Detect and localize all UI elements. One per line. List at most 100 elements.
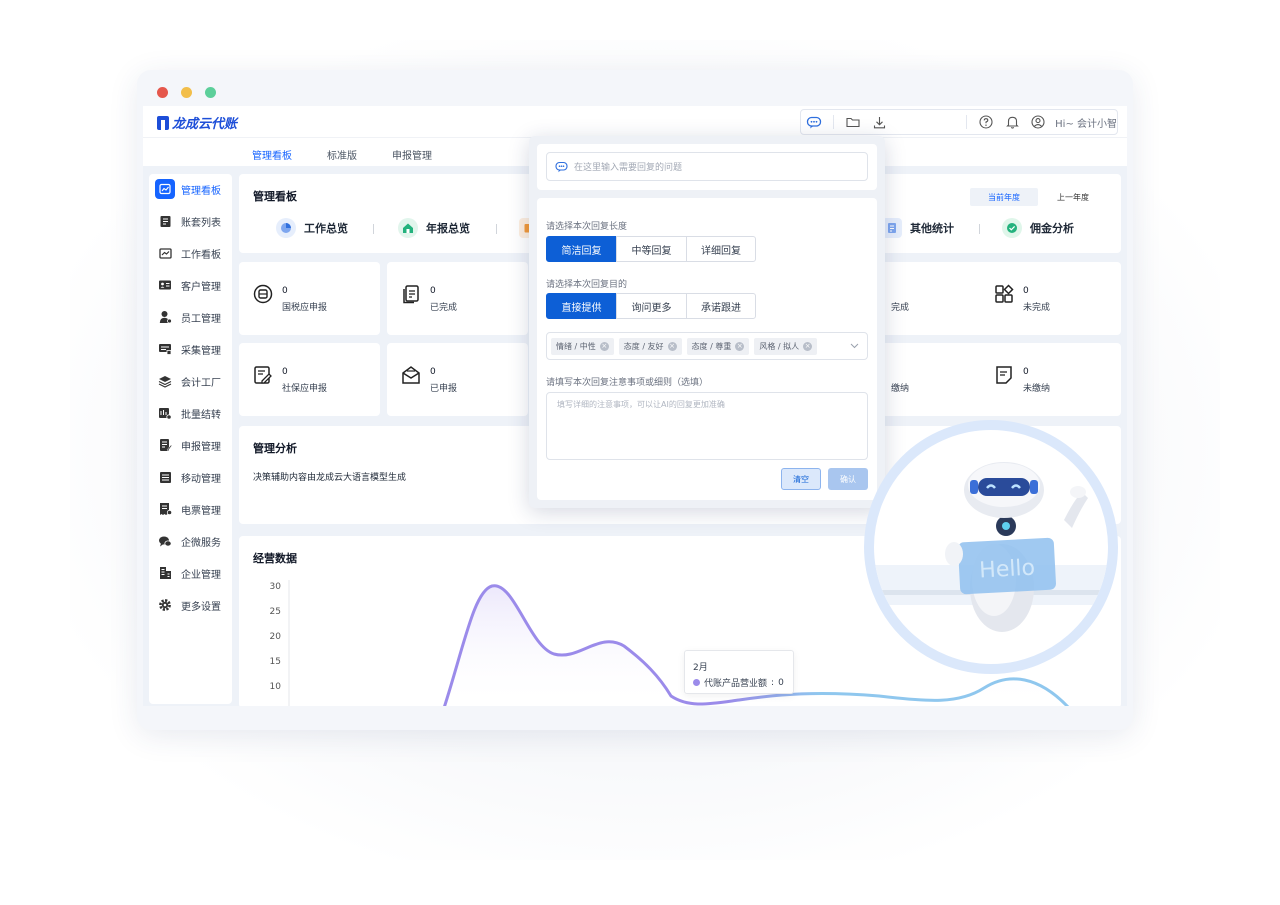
- stat-unpaid[interactable]: 0 未缴纳: [980, 343, 1121, 416]
- tag-remove-icon[interactable]: ×: [667, 341, 677, 351]
- length-option-detailed[interactable]: 详细回复: [686, 236, 756, 262]
- stat-label: 未缴纳: [1023, 384, 1051, 394]
- sidebar-item-work-board[interactable]: 工作看板: [149, 240, 232, 266]
- tab-dashboard[interactable]: 管理看板: [252, 147, 292, 162]
- window-close-dot[interactable]: [157, 87, 168, 98]
- chart-tooltip: 2月 代账产品营业额: 0: [684, 650, 794, 694]
- length-label: 请选择本次回复长度: [546, 222, 628, 232]
- notes-label: 请填写本次回复注意事项或细则（选填）: [546, 378, 709, 388]
- stat-value: 0: [430, 286, 436, 296]
- house-icon: [398, 218, 418, 238]
- stat-value: 0: [1023, 367, 1029, 377]
- stat-tax-declare[interactable]: 0 国税应申报: [239, 262, 380, 335]
- tone-tag-select[interactable]: 情绪 / 中性 × 态度 / 友好 × 态度 / 尊重 × 风格 / 拟人 ×: [546, 332, 868, 360]
- tag-remove-icon[interactable]: ×: [599, 341, 609, 351]
- ai-assistant-icon[interactable]: [801, 110, 827, 134]
- sidebar-item-wecom[interactable]: 企微服务: [149, 528, 232, 554]
- tab-standard[interactable]: 标准版: [327, 147, 357, 162]
- overview-divider: [979, 224, 980, 234]
- stat-tax-uncompleted[interactable]: 0 未完成: [980, 262, 1121, 335]
- window-maximize-dot[interactable]: [205, 87, 216, 98]
- length-option-medium[interactable]: 中等回复: [616, 236, 687, 262]
- sidebar-item-customer[interactable]: 客户管理: [149, 272, 232, 298]
- chat-icon: [155, 531, 175, 551]
- check-circle-icon: [1002, 218, 1022, 238]
- stat-social-declared[interactable]: 0 已申报: [387, 343, 528, 416]
- sidebar-item-label: 账套列表: [181, 217, 221, 229]
- inbox-icon: [402, 366, 420, 384]
- layers-icon: [155, 371, 175, 391]
- sidebar-item-employee[interactable]: 员工管理: [149, 304, 232, 330]
- last-year-button[interactable]: 上一年度: [1044, 188, 1102, 206]
- robot-illustration: Hello: [864, 420, 1118, 674]
- invoice-icon: [155, 499, 175, 519]
- sidebar-item-batch-transfer[interactable]: 批量结转: [149, 400, 232, 426]
- stat-social-declare[interactable]: 0 社保应申报: [239, 343, 380, 416]
- chevron-down-icon[interactable]: [850, 343, 859, 349]
- sidebar-item-label: 电票管理: [181, 505, 221, 517]
- sidebar-item-mobile[interactable]: 移动管理: [149, 464, 232, 490]
- sidebar-item-label: 会计工厂: [181, 377, 221, 389]
- logo-text: 龙成云代账: [172, 117, 238, 132]
- overview-commission[interactable]: 佣金分析: [1002, 218, 1074, 238]
- stat-value: 0: [1023, 286, 1029, 296]
- sidebar-item-label: 批量结转: [181, 409, 221, 421]
- length-option-concise[interactable]: 简洁回复: [546, 236, 617, 262]
- y-tick-label: 30: [270, 582, 282, 592]
- tab-declare[interactable]: 申报管理: [392, 147, 432, 162]
- stat-tax-completed[interactable]: 0 已完成: [387, 262, 528, 335]
- robot-sign-text: Hello: [979, 556, 1036, 584]
- y-tick-label: 15: [270, 657, 281, 667]
- overview-work[interactable]: 工作总览: [276, 218, 348, 238]
- tag-label: 风格 / 拟人: [759, 341, 800, 351]
- sidebar-item-label: 客户管理: [181, 281, 221, 293]
- sidebar: 管理看板 账套列表 工作看板 客户管理 员工管理 采集管理 会计工厂 批量结转 …: [149, 174, 232, 704]
- overview-annual[interactable]: 年报总览: [398, 218, 470, 238]
- tooltip-month: 2月: [693, 663, 708, 673]
- sidebar-item-label: 工作看板: [181, 249, 221, 261]
- sidebar-item-dashboard[interactable]: 管理看板: [149, 176, 232, 202]
- sidebar-item-declare[interactable]: 申报管理: [149, 432, 232, 458]
- toolbar-divider: [966, 115, 968, 129]
- bell-icon[interactable]: [999, 110, 1025, 134]
- dashboard-icon: [155, 179, 175, 199]
- logo[interactable]: 龙成云代账: [157, 113, 237, 132]
- sidebar-item-accounting-factory[interactable]: 会计工厂: [149, 368, 232, 394]
- user-greeting[interactable]: Hi~ 会计小智: [1055, 115, 1117, 130]
- sidebar-item-company[interactable]: 企业管理: [149, 560, 232, 586]
- toolbar-divider: [833, 115, 834, 129]
- window-minimize-dot[interactable]: [181, 87, 192, 98]
- sidebar-item-invoice[interactable]: 电票管理: [149, 496, 232, 522]
- help-icon[interactable]: [973, 110, 999, 134]
- confirm-button[interactable]: 确认: [828, 468, 868, 490]
- declare-icon: [155, 435, 175, 455]
- overview-commission-label: 佣金分析: [1030, 222, 1074, 235]
- purpose-option-ask-more[interactable]: 询问更多: [616, 293, 687, 319]
- mobile-list-icon: [155, 467, 175, 487]
- robot-icon: Hello: [874, 462, 1108, 632]
- tag-remove-icon[interactable]: ×: [735, 341, 745, 351]
- sidebar-item-ledger[interactable]: 账套列表: [149, 208, 232, 234]
- overview-other[interactable]: 其他统计: [882, 218, 954, 238]
- purpose-option-direct[interactable]: 直接提供: [546, 293, 617, 319]
- ledger-list-icon: [155, 211, 175, 231]
- download-icon[interactable]: [866, 110, 892, 134]
- y-axis: 30 25 20 15 10: [270, 580, 290, 706]
- folder-icon[interactable]: [840, 110, 866, 134]
- tag-remove-icon[interactable]: ×: [803, 341, 813, 351]
- user-avatar-icon[interactable]: [1025, 110, 1051, 134]
- gear-icon: [155, 595, 175, 615]
- purpose-option-follow-up[interactable]: 承诺跟进: [686, 293, 756, 319]
- current-year-button[interactable]: 当前年度: [970, 188, 1038, 206]
- sidebar-item-settings[interactable]: 更多设置: [149, 592, 232, 618]
- ask-question-input[interactable]: 在这里输入需要回复的问题: [546, 152, 868, 181]
- stat-label: 完成: [891, 303, 910, 313]
- tag-style-human: 风格 / 拟人 ×: [754, 337, 818, 355]
- clear-button[interactable]: 清空: [781, 468, 821, 490]
- sidebar-item-collect[interactable]: 采集管理: [149, 336, 232, 362]
- ai-reply-popup: 在这里输入需要回复的问题 请选择本次回复长度 简洁回复 中等回复 详细回复 请选…: [529, 136, 885, 508]
- tooltip-value: 0: [778, 677, 784, 688]
- overview-work-label: 工作总览: [304, 222, 348, 235]
- notes-textarea[interactable]: 填写详细的注意事项，可以让AI的回复更加准确: [546, 392, 868, 460]
- sidebar-item-label: 更多设置: [181, 601, 221, 613]
